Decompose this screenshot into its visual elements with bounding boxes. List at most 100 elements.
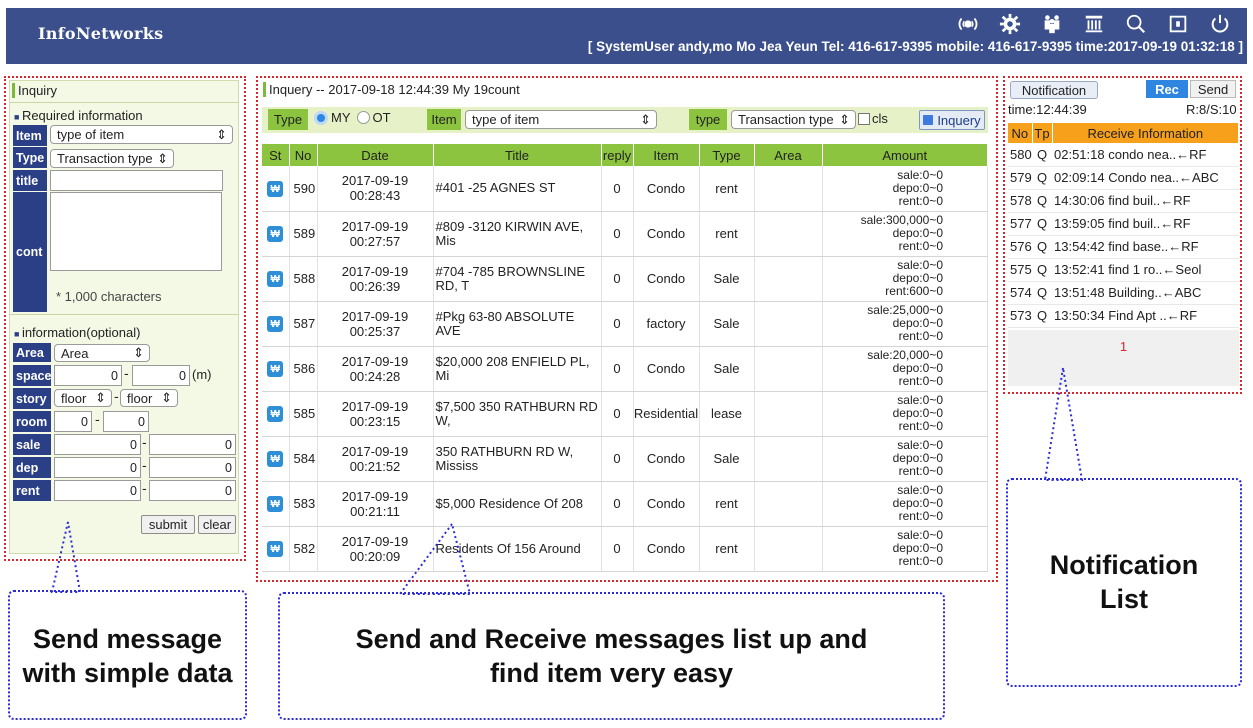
notif-row[interactable]: 578 Q 14:30:06 find buil..←RF (1008, 189, 1239, 213)
won-status-icon[interactable]: ₩ (267, 496, 284, 513)
clear-button[interactable]: clear (198, 515, 236, 534)
dep-to-input[interactable]: 0 (149, 457, 236, 478)
notif-row[interactable]: 577 Q 13:59:05 find buil..←RF (1008, 212, 1239, 236)
radio-ot-icon[interactable] (356, 111, 370, 124)
tab-send[interactable]: Send (1190, 80, 1236, 98)
title-cell[interactable]: #401 -25 AGNES ST (433, 166, 602, 212)
amount-cell: sale:0~0 depo:0~0 rent:0~0 (822, 481, 988, 527)
item-filter-select[interactable]: type of item ⇕ (465, 110, 657, 129)
notif-tp-cell: Q (1032, 235, 1052, 259)
col-item[interactable]: Item (633, 144, 700, 166)
sale-from-input[interactable]: 0 (54, 434, 141, 455)
amount-cell: sale:0~0 depo:0~0 rent:0~0 (822, 166, 988, 212)
notif-row[interactable]: 573 Q 13:50:34 Find Apt ..←RF (1008, 304, 1239, 328)
won-status-icon[interactable]: ₩ (267, 541, 284, 558)
space-to-input[interactable]: 0 (132, 365, 190, 386)
title-cell[interactable]: 350 RATHBURN RD W, Mississ (433, 436, 602, 482)
title-cell[interactable]: #809 -3120 KIRWIN AVE, Mis (433, 211, 602, 257)
transaction-type-select[interactable]: Transaction type ⇕ (731, 110, 856, 129)
table-row[interactable]: ₩589 2017-09-19 00:27:57 #809 -3120 KIRWIN… (262, 211, 988, 257)
area-cell (754, 346, 823, 392)
space-from-input[interactable]: 0 (54, 365, 122, 386)
col-amount[interactable]: Amount (822, 144, 988, 166)
title-cell[interactable]: Residents Of 156 Around (433, 526, 602, 572)
table-row[interactable]: ₩585 2017-09-19 00:23:15 $7,500 350 RATHBU… (262, 391, 988, 437)
window-icon[interactable] (1157, 11, 1199, 37)
type-cell: Sale (699, 346, 755, 392)
divider (10, 314, 238, 315)
notif-row[interactable]: 580 Q 02:51:18 condo nea..←RF (1008, 143, 1239, 167)
table-row[interactable]: ₩587 2017-09-19 00:25:37 #Pkg 63-80 ABSOLU… (262, 301, 988, 347)
room-to-input[interactable]: 0 (103, 411, 149, 432)
notif-row[interactable]: 574 Q 13:51:48 Building..←ABC (1008, 281, 1239, 305)
title-cell[interactable]: #Pkg 63-80 ABSOLUTE AVE (433, 301, 602, 347)
type-select[interactable]: Transaction type ⇕ (50, 149, 174, 168)
dep-from-input[interactable]: 0 (54, 457, 141, 478)
room-from-input[interactable]: 0 (54, 411, 92, 432)
bank-icon[interactable] (1073, 11, 1115, 37)
status-cell: ₩ (262, 301, 290, 347)
won-status-icon[interactable]: ₩ (267, 271, 284, 288)
select-arrows-icon: ⇕ (95, 390, 106, 405)
type-select-value: Transaction type (57, 151, 153, 166)
table-row[interactable]: ₩588 2017-09-19 00:26:39 #704 -785 BROWNSL… (262, 256, 988, 302)
rent-to-input[interactable]: 0 (149, 480, 236, 501)
story-to-select[interactable]: floor ⇕ (120, 389, 178, 407)
col-st[interactable]: St (262, 144, 290, 166)
notif-row[interactable]: 579 Q 02:09:14 Condo nea..←ABC (1008, 166, 1239, 190)
col-date[interactable]: Date (317, 144, 434, 166)
table-row[interactable]: ₩582 2017-09-19 00:20:09 Residents Of 156 … (262, 526, 988, 572)
table-row[interactable]: ₩586 2017-09-19 00:24:28 $20,000 208 ENFIE… (262, 346, 988, 392)
notif-row[interactable]: 576 Q 13:54:42 find base..←RF (1008, 235, 1239, 259)
table-row[interactable]: ₩584 2017-09-19 00:21:52 350 RATHBURN RD W… (262, 436, 988, 482)
gear-icon[interactable] (989, 11, 1031, 37)
notif-row[interactable]: 575 Q 13:52:41 find 1 ro..←Seol (1008, 258, 1239, 282)
users-icon[interactable] (1031, 11, 1073, 37)
title-cell[interactable]: #704 -785 BROWNSLINE RD, T (433, 256, 602, 302)
col-no[interactable]: No (289, 144, 318, 166)
date-cell: 2017-09-19 00:20:09 (317, 526, 434, 572)
won-status-icon[interactable]: ₩ (267, 451, 284, 468)
table-row[interactable]: ₩583 2017-09-19 00:21:11 $5,000 Residence … (262, 481, 988, 527)
sale-to-input[interactable]: 0 (149, 434, 236, 455)
col-type[interactable]: Type (699, 144, 755, 166)
col-area[interactable]: Area (754, 144, 823, 166)
story-to-value: floor (127, 390, 153, 406)
won-status-icon[interactable]: ₩ (267, 406, 284, 423)
notif-no-cell: 574 (1008, 281, 1032, 305)
tab-notification[interactable]: Notification (1010, 81, 1098, 99)
title-cell[interactable]: $20,000 208 ENFIELD PL, Mi (433, 346, 602, 392)
title-cell[interactable]: $5,000 Residence Of 208 (433, 481, 602, 527)
title-input[interactable] (50, 170, 223, 191)
story-from-value: floor (61, 390, 87, 406)
select-arrows-icon: ⇕ (640, 111, 651, 127)
search-icon[interactable] (1115, 11, 1157, 37)
item-select-value: type of item (57, 127, 125, 142)
content-textarea[interactable] (50, 192, 222, 271)
title-cell[interactable]: $7,500 350 RATHBURN RD W, (433, 391, 602, 437)
submit-button[interactable]: submit (141, 515, 195, 534)
item-select[interactable]: type of item ⇕ (50, 125, 233, 144)
won-status-icon[interactable]: ₩ (267, 316, 284, 333)
transaction-type-label: type (689, 109, 727, 130)
table-row[interactable]: ₩590 2017-09-19 00:28:43 #401 -25 AGNES ST… (262, 166, 988, 212)
page-link[interactable]: 1 (1008, 339, 1239, 354)
won-status-icon[interactable]: ₩ (267, 361, 284, 378)
won-status-icon[interactable]: ₩ (267, 181, 284, 197)
rent-from-input[interactable]: 0 (54, 480, 141, 501)
tab-rec[interactable]: Rec (1146, 80, 1188, 98)
story-from-select[interactable]: floor ⇕ (54, 389, 112, 407)
broadcast-icon[interactable] (947, 11, 989, 37)
optional-info-label: information(optional) (21, 325, 141, 340)
cls-checkbox[interactable] (858, 112, 870, 125)
notif-tp-cell: Q (1032, 258, 1052, 282)
reply-cell: 0 (601, 211, 634, 257)
col-title[interactable]: Title (433, 144, 602, 166)
col-reply[interactable]: reply (601, 144, 634, 166)
power-icon[interactable] (1199, 11, 1241, 37)
brand-logo[interactable]: InfoNetworks (38, 24, 163, 43)
inquery-button[interactable]: Inquery (919, 110, 985, 130)
area-select[interactable]: Area ⇕ (54, 344, 150, 362)
radio-my-selected-icon[interactable] (314, 110, 328, 125)
won-status-icon[interactable]: ₩ (267, 226, 284, 243)
